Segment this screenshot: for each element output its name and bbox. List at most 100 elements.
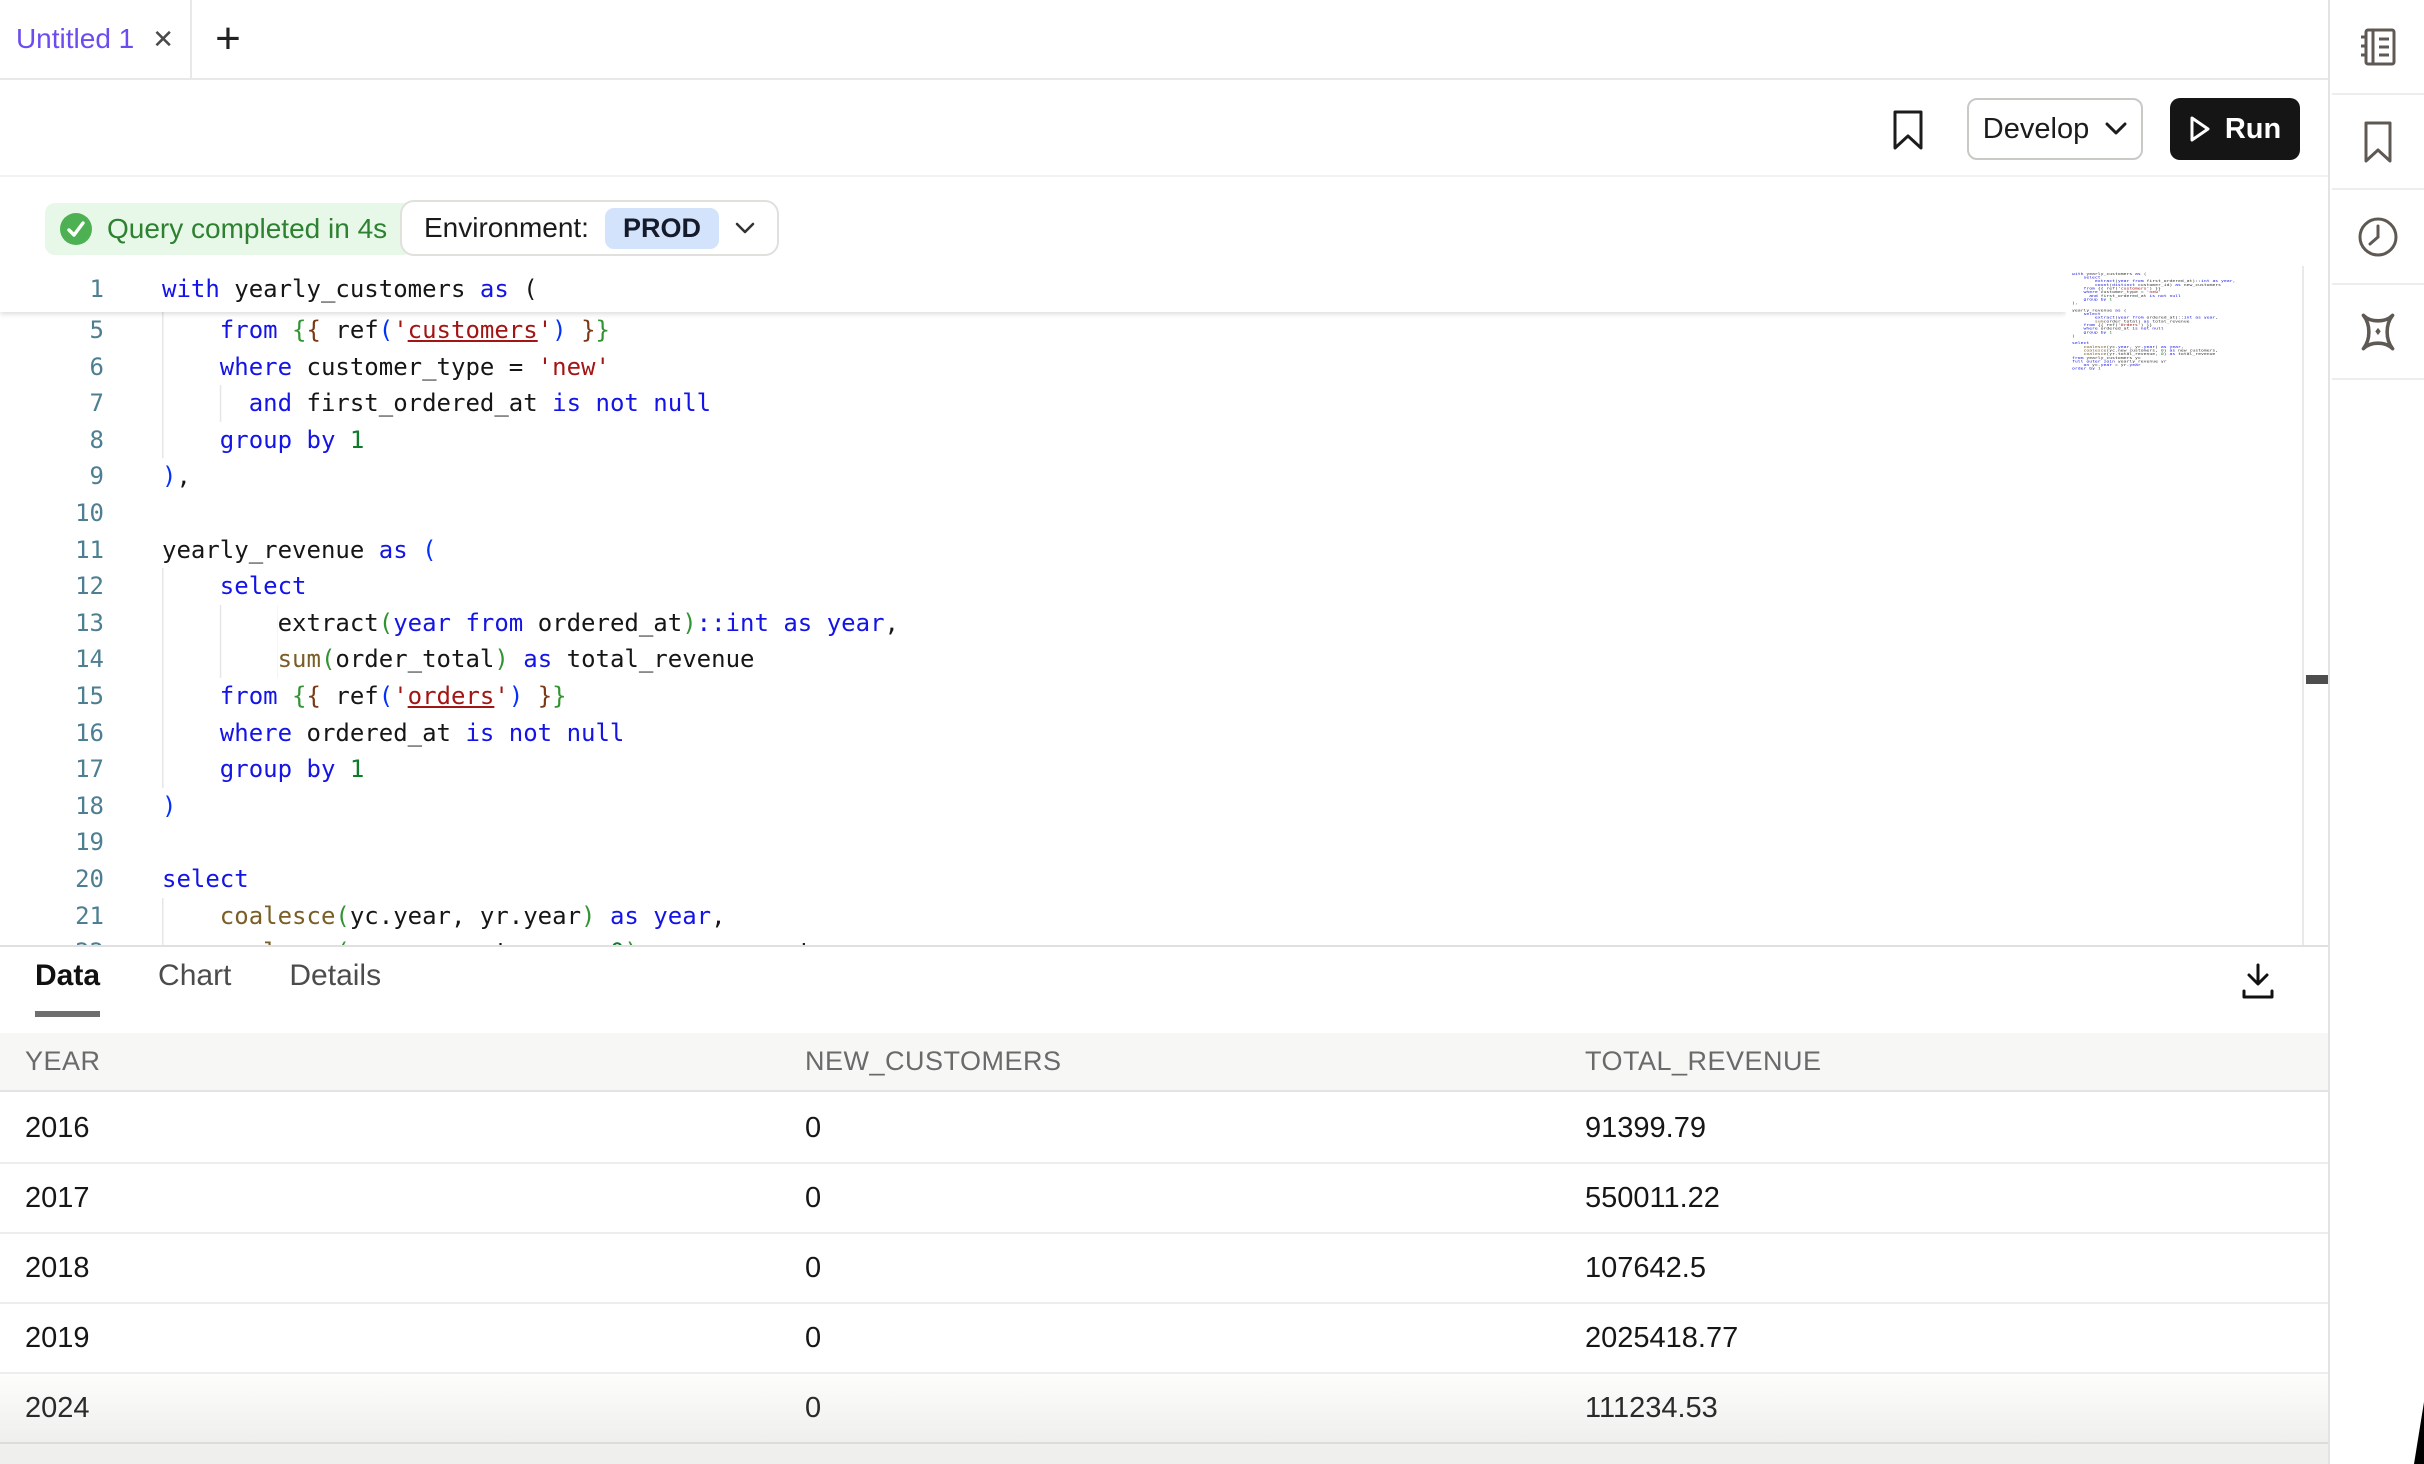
line-number: 21: [0, 898, 104, 935]
notebook-icon: [2355, 24, 2401, 70]
ai-assistant-icon: [2353, 307, 2403, 357]
code-area: 5 from {{ ref('customers') }}6 where cus…: [0, 312, 2066, 945]
line-number: 7: [0, 385, 104, 422]
table-row[interactable]: 20170550011.22: [0, 1164, 2328, 1234]
table-row[interactable]: 20180107642.5: [0, 1234, 2328, 1304]
table-cell: 0: [805, 1252, 1585, 1285]
environment-selector[interactable]: Environment: PROD: [400, 200, 779, 256]
tab-bar: Untitled 1 ✕ +: [0, 0, 2328, 80]
code-line: 12 select: [0, 568, 2066, 605]
bookmarks-button[interactable]: [2332, 95, 2424, 190]
table-row[interactable]: 20240111234.53: [0, 1374, 2328, 1444]
table-cell: 2019: [25, 1322, 805, 1355]
line-number: 8: [0, 422, 104, 459]
line-number: 9: [0, 458, 104, 495]
code-line: 22 coalesce(yc.new_customers, 0) as new_…: [0, 934, 2066, 945]
check-circle-icon: [59, 212, 93, 246]
main-area: Untitled 1 ✕ + Develop Ru: [0, 0, 2330, 1464]
code-line: 14 sum(order_total) as total_revenue: [0, 641, 2066, 678]
line-number: 16: [0, 715, 104, 752]
environment-value-badge: PROD: [605, 208, 719, 249]
code-line: 15 from {{ ref('orders') }}: [0, 678, 2066, 715]
table-cell: 111234.53: [1585, 1392, 2328, 1425]
sticky-scroll-line: 1with yearly_customers as (: [0, 266, 2066, 312]
line-number: 6: [0, 349, 104, 386]
line-number: 20: [0, 861, 104, 898]
code-line: 18): [0, 788, 2066, 825]
minimap-code: with yearly_customers as ( select extrac…: [2072, 272, 2235, 371]
app-root: Untitled 1 ✕ + Develop Ru: [0, 0, 2424, 1464]
line-number: 19: [0, 824, 104, 861]
editor-scrollbar[interactable]: [2302, 266, 2328, 945]
code-line: 5 from {{ ref('customers') }}: [0, 312, 2066, 349]
develop-label: Develop: [1983, 113, 2089, 146]
run-button[interactable]: Run: [2170, 98, 2300, 160]
minimap[interactable]: with yearly_customers as ( select extrac…: [2066, 266, 2302, 945]
table-cell: 107642.5: [1585, 1252, 2328, 1285]
table-cell: 0: [805, 1322, 1585, 1355]
side-rail: [2332, 0, 2424, 1464]
results-tab-data[interactable]: Data: [35, 959, 100, 1017]
bookmark-icon: [1888, 108, 1928, 152]
line-number: 22: [0, 934, 104, 945]
table-cell: 550011.22: [1585, 1182, 2328, 1215]
chevron-down-icon: [2105, 122, 2127, 136]
line-number: 13: [0, 605, 104, 642]
results-panel: Data Chart Details YEARNEW_CUSTOMERSTOTAL_…: [0, 945, 2328, 1464]
query-status-badge: Query completed in 4s: [45, 203, 413, 255]
ref-link[interactable]: orders: [408, 682, 495, 710]
environment-label: Environment:: [424, 212, 589, 244]
table-cell: 2016: [25, 1112, 805, 1145]
code-line: 19: [0, 824, 2066, 861]
tab-label: Untitled 1: [16, 23, 134, 55]
code-line: 13 extract(year from ordered_at)::int as…: [0, 605, 2066, 642]
code-line: 9),: [0, 458, 2066, 495]
column-header: TOTAL_REVENUE: [1585, 1046, 2328, 1077]
download-button[interactable]: [2238, 961, 2282, 1005]
results-tabs: Data Chart Details: [35, 959, 381, 1017]
code-line: 8 group by 1: [0, 422, 2066, 459]
line-number: 10: [0, 495, 104, 532]
chevron-down-icon: [735, 222, 755, 235]
develop-dropdown[interactable]: Develop: [1967, 98, 2143, 160]
code-line: 10: [0, 495, 2066, 532]
line-number: 18: [0, 788, 104, 825]
code-line: 7 and first_ordered_at is not null: [0, 385, 2066, 422]
results-tab-chart[interactable]: Chart: [158, 959, 231, 1017]
table-row[interactable]: 201902025418.77: [0, 1304, 2328, 1374]
code-line: 17 group by 1: [0, 751, 2066, 788]
ai-assistant-button[interactable]: [2332, 285, 2424, 380]
code-line: 16 where ordered_at is not null: [0, 715, 2066, 752]
ref-link[interactable]: customers: [408, 316, 538, 344]
close-icon[interactable]: ✕: [152, 26, 174, 52]
code-line: 21 coalesce(yc.year, yr.year) as year,: [0, 898, 2066, 935]
code-line: 20select: [0, 861, 2066, 898]
table-cell: 2025418.77: [1585, 1322, 2328, 1355]
table-cell: 2018: [25, 1252, 805, 1285]
line-number: 17: [0, 751, 104, 788]
line-number: 12: [0, 568, 104, 605]
horizontal-scrollbar[interactable]: [0, 1442, 2328, 1464]
sql-editor[interactable]: 5 from {{ ref('customers') }}6 where cus…: [0, 266, 2328, 945]
tab-untitled-1[interactable]: Untitled 1 ✕: [0, 0, 192, 78]
scrollbar-thumb[interactable]: [2306, 675, 2328, 684]
line-number: 1: [0, 266, 104, 312]
table-cell: 0: [805, 1392, 1585, 1425]
table-row[interactable]: 2016091399.79: [0, 1094, 2328, 1164]
status-row: Query completed in 4s Environment: PROD: [0, 177, 2328, 266]
history-button[interactable]: [2332, 190, 2424, 285]
history-icon: [2355, 214, 2401, 260]
line-number: 5: [0, 312, 104, 349]
new-tab-button[interactable]: +: [192, 0, 264, 78]
code-line: 1with yearly_customers as (: [0, 266, 2066, 312]
table-cell: 91399.79: [1585, 1112, 2328, 1145]
notebook-button[interactable]: [2332, 0, 2424, 95]
download-icon: [2238, 961, 2278, 1001]
table-cell: 0: [805, 1112, 1585, 1145]
bookmark-button[interactable]: [1888, 108, 1928, 152]
column-header: NEW_CUSTOMERS: [805, 1046, 1585, 1077]
table-header: YEARNEW_CUSTOMERSTOTAL_REVENUE: [0, 1033, 2328, 1092]
results-tab-details[interactable]: Details: [289, 959, 381, 1017]
table-cell: 2017: [25, 1182, 805, 1215]
table-cell: 0: [805, 1182, 1585, 1215]
